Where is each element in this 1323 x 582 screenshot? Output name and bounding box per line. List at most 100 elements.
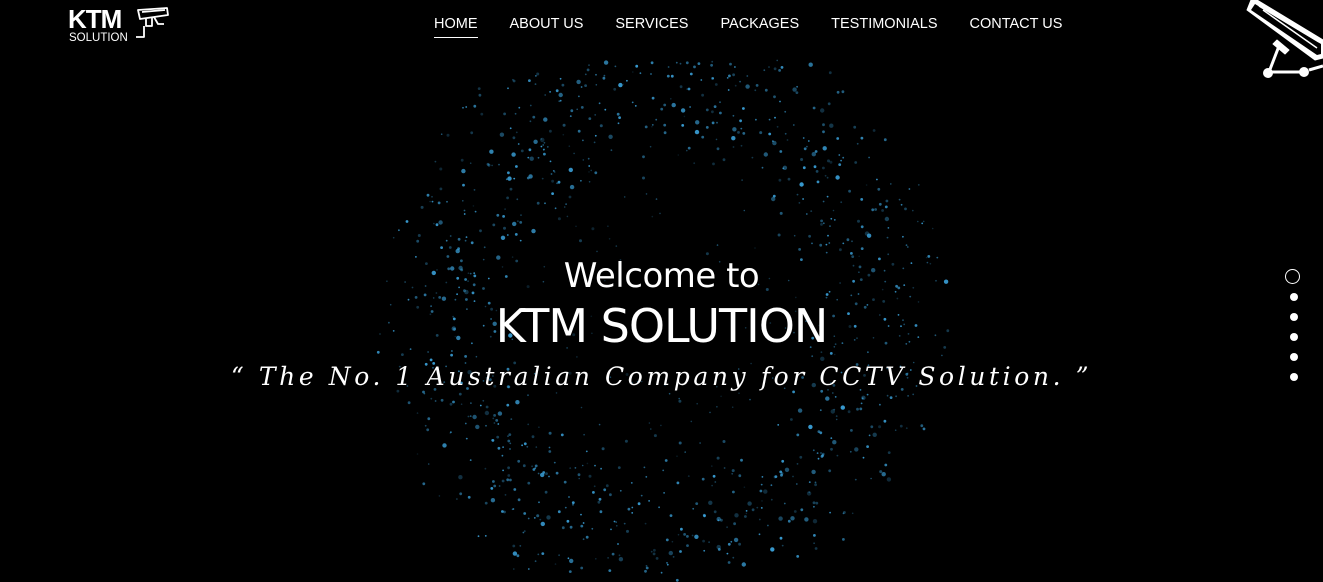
particle xyxy=(475,355,478,358)
particle xyxy=(827,102,831,106)
particle xyxy=(922,220,925,223)
particle xyxy=(610,149,613,152)
particle xyxy=(860,198,864,201)
particle xyxy=(734,84,737,87)
particle xyxy=(739,80,741,83)
slider-dot-6[interactable] xyxy=(1290,373,1298,381)
nav-testimonials[interactable]: TESTIMONIALS xyxy=(831,15,937,38)
particle xyxy=(442,443,447,448)
particle xyxy=(689,106,691,108)
particle xyxy=(446,200,448,203)
particle xyxy=(780,66,784,69)
particle xyxy=(569,558,574,564)
particle xyxy=(513,177,516,180)
particle xyxy=(864,231,870,236)
particle xyxy=(786,139,789,141)
particle xyxy=(912,209,914,212)
particle xyxy=(651,124,654,126)
particle xyxy=(808,424,813,430)
particle xyxy=(440,246,443,250)
slider-dot-1[interactable] xyxy=(1285,269,1300,284)
particle xyxy=(781,459,785,463)
particle xyxy=(884,216,890,222)
particle xyxy=(607,557,609,559)
particle xyxy=(778,516,783,521)
particle xyxy=(427,417,431,421)
particle xyxy=(842,512,845,515)
nav-services[interactable]: SERVICES xyxy=(615,15,688,38)
slider-dot-4[interactable] xyxy=(1290,333,1298,341)
particle xyxy=(834,396,837,398)
particle xyxy=(569,525,573,529)
particle xyxy=(772,140,777,146)
particle xyxy=(751,508,755,512)
particle xyxy=(512,544,516,548)
particle xyxy=(615,245,618,247)
particle xyxy=(540,137,545,143)
site-logo[interactable]: KTM SOLUTION xyxy=(68,6,172,46)
particle xyxy=(554,207,557,210)
particle xyxy=(745,512,748,515)
nav-about-us[interactable]: ABOUT US xyxy=(510,15,584,38)
particle xyxy=(527,156,530,159)
nav-contact-us[interactable]: CONTACT US xyxy=(970,15,1063,38)
particle xyxy=(518,106,521,109)
particle xyxy=(491,439,493,442)
nav-packages[interactable]: PACKAGES xyxy=(720,15,799,38)
particle xyxy=(540,472,545,478)
particle xyxy=(842,538,845,541)
slider-dot-3[interactable] xyxy=(1290,313,1298,321)
particle xyxy=(517,220,519,223)
particle xyxy=(431,195,433,198)
particle xyxy=(902,235,904,238)
particle xyxy=(493,484,497,488)
particle xyxy=(690,420,693,423)
particle xyxy=(829,511,831,514)
particle xyxy=(527,394,529,397)
particle xyxy=(509,187,513,191)
particle xyxy=(416,453,419,455)
particle xyxy=(524,530,526,532)
particle xyxy=(760,483,763,486)
particle xyxy=(583,433,585,436)
particle xyxy=(650,73,652,75)
particle xyxy=(777,424,780,426)
hero-welcome-text: Welcome to xyxy=(563,256,760,296)
particle xyxy=(732,127,737,132)
particle xyxy=(751,156,754,159)
particle xyxy=(722,440,726,443)
particle xyxy=(557,180,561,184)
particle xyxy=(569,115,572,117)
particle xyxy=(781,544,784,547)
particle xyxy=(497,423,500,425)
particle xyxy=(506,403,510,407)
particle xyxy=(642,155,645,159)
particle xyxy=(609,493,612,497)
particle xyxy=(921,222,924,225)
slider-dot-2[interactable] xyxy=(1290,293,1298,301)
particle xyxy=(815,170,819,173)
particle xyxy=(507,435,509,437)
particle xyxy=(582,522,585,524)
particle xyxy=(504,208,506,211)
slider-dot-5[interactable] xyxy=(1290,353,1298,361)
particle xyxy=(772,140,774,143)
particle xyxy=(822,166,825,170)
particle xyxy=(482,399,485,402)
particle xyxy=(701,93,704,97)
particle xyxy=(526,176,530,180)
particle xyxy=(580,106,584,109)
particle xyxy=(697,62,701,65)
particle xyxy=(829,225,831,228)
particle xyxy=(894,429,897,432)
particle xyxy=(840,405,845,410)
particle xyxy=(578,477,580,480)
particle xyxy=(780,472,784,475)
particle xyxy=(832,440,837,445)
particle xyxy=(501,454,504,457)
particle xyxy=(842,156,845,159)
particle xyxy=(645,565,648,567)
particle xyxy=(814,547,818,550)
nav-home[interactable]: HOME xyxy=(434,15,478,38)
particle xyxy=(430,397,433,400)
